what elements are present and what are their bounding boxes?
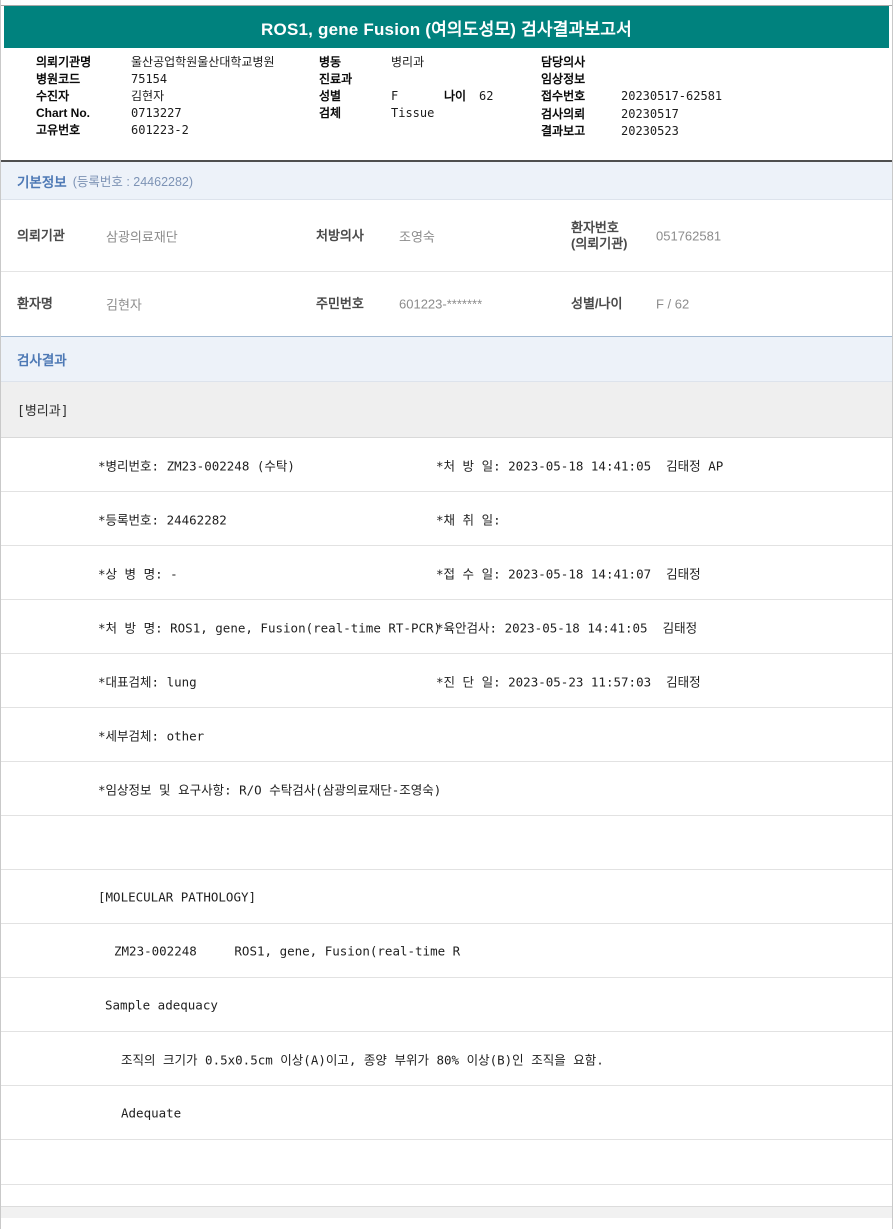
section-title: 기본정보 [17, 171, 67, 191]
field-value: 삼광의료재단 [106, 226, 178, 245]
bottom-gap [1, 1185, 892, 1206]
result-left-text: *임상정보 및 요구사항: R/O 수탁검사(삼광의료재단-조영숙) [98, 779, 441, 798]
result-row-empty [1, 816, 892, 870]
field-label: 주민번호 [316, 296, 364, 312]
result-left-text: *병리번호: ZM23-002248 (수탁) [98, 455, 295, 474]
field-label: 처방의사 [316, 228, 364, 244]
result-right-text: *처 방 일: 2023-05-18 14:41:05 김태정 AP [436, 455, 723, 474]
result-left-text: *대표검체: lung [98, 671, 197, 690]
header-row: 검사의뢰 20230517 [1, 106, 893, 123]
result-left-text: ZM23-002248 ROS1, gene, Fusion(real-time… [114, 943, 460, 958]
result-row: ZM23-002248 ROS1, gene, Fusion(real-time… [1, 924, 892, 978]
basic-info-row-2: 환자명 김현자 주민번호 601223-******* 성별/나이 F / 62 [1, 272, 892, 336]
field-label: 검사의뢰 [541, 106, 585, 123]
department-label: [병리과] [17, 400, 69, 419]
header-row: 담당의사 [1, 54, 893, 71]
result-row: *임상정보 및 요구사항: R/O 수탁검사(삼광의료재단-조영숙) [1, 762, 892, 816]
field-label: 성별/나이 [571, 296, 622, 312]
patient-header-block: 의뢰기관명 울산공업학원울산대학교병원 병원코드 75154 수진자 김현자 C… [1, 48, 892, 160]
result-row: *상 병 명: - *접 수 일: 2023-05-18 14:41:07 김태… [1, 546, 892, 600]
section-title: 검사결과 [17, 349, 67, 369]
header-row: 임상정보 [1, 71, 893, 88]
results-section-header: 검사결과 [1, 336, 892, 382]
result-right-text: *진 단 일: 2023-05-23 11:57:03 김태정 [436, 671, 701, 690]
result-left-text: [MOLECULAR PATHOLOGY] [98, 889, 256, 904]
field-value: F / 62 [656, 297, 689, 312]
field-label: 환자명 [17, 296, 53, 312]
bottom-scrollbar-track [1, 1206, 892, 1218]
field-value: 20230523 [621, 123, 679, 140]
report-page: ROS1, gene Fusion (여의도성모) 검사결과보고서 의뢰기관명 … [0, 0, 893, 1229]
field-label: 의뢰기관 [17, 228, 65, 244]
header-row: 결과보고 20230523 [1, 123, 893, 140]
basic-info-section-header: 기본정보 (등록번호 : 24462282) [1, 160, 892, 200]
result-left-text: *처 방 명: ROS1, gene, Fusion(real-time RT-… [98, 617, 441, 636]
result-row: *등록번호: 24462282 *채 취 일: [1, 492, 892, 546]
field-value: 20230517 [621, 106, 679, 123]
department-row: [병리과] [1, 382, 892, 438]
result-right-text: *육안검사: 2023-05-18 14:41:05 김태정 [436, 617, 697, 636]
field-label-line1: 환자번호 [571, 220, 628, 236]
field-value: 조영숙 [399, 226, 435, 245]
result-left-text: *등록번호: 24462282 [98, 509, 227, 528]
result-row: *세부검체: other [1, 708, 892, 762]
result-row: [MOLECULAR PATHOLOGY] [1, 870, 892, 924]
section-subtitle: (등록번호 : 24462282) [73, 171, 193, 190]
result-row: Sample adequacy [1, 978, 892, 1032]
field-value: 20230517-62581 [621, 88, 722, 105]
result-left-text: *상 병 명: - [98, 563, 178, 582]
field-label: 접수번호 [541, 88, 585, 105]
field-value: 051762581 [656, 228, 721, 243]
field-label-line2: (의뢰기관) [571, 236, 628, 252]
report-title: ROS1, gene Fusion (여의도성모) 검사결과보고서 [261, 15, 632, 40]
result-left-text: 조직의 크기가 0.5x0.5cm 이상(A)이고, 종양 부위가 80% 이상… [121, 1049, 604, 1068]
result-row: 조직의 크기가 0.5x0.5cm 이상(A)이고, 종양 부위가 80% 이상… [1, 1032, 892, 1086]
field-label: 환자번호(의뢰기관) [571, 220, 628, 252]
result-left-text: Sample adequacy [105, 997, 218, 1012]
result-right-text: *접 수 일: 2023-05-18 14:41:07 김태정 [436, 563, 701, 582]
result-left-text: *세부검체: other [98, 725, 204, 744]
field-label: 임상정보 [541, 71, 585, 88]
result-row: *대표검체: lung *진 단 일: 2023-05-23 11:57:03 … [1, 654, 892, 708]
report-title-bar: ROS1, gene Fusion (여의도성모) 검사결과보고서 [4, 6, 889, 48]
result-row: Adequate [1, 1086, 892, 1140]
result-row-empty [1, 1140, 892, 1185]
result-right-text: *채 취 일: [436, 509, 501, 528]
field-value: 601223-******* [399, 297, 482, 312]
header-row: 접수번호 20230517-62581 [1, 88, 893, 105]
basic-info-row-1: 의뢰기관 삼광의료재단 처방의사 조영숙 환자번호(의뢰기관) 05176258… [1, 200, 892, 272]
field-label: 담당의사 [541, 54, 585, 71]
result-left-text: Adequate [121, 1105, 181, 1120]
result-row: *병리번호: ZM23-002248 (수탁) *처 방 일: 2023-05-… [1, 438, 892, 492]
result-row: *처 방 명: ROS1, gene, Fusion(real-time RT-… [1, 600, 892, 654]
field-label: 결과보고 [541, 123, 585, 140]
field-value: 김현자 [106, 295, 142, 314]
